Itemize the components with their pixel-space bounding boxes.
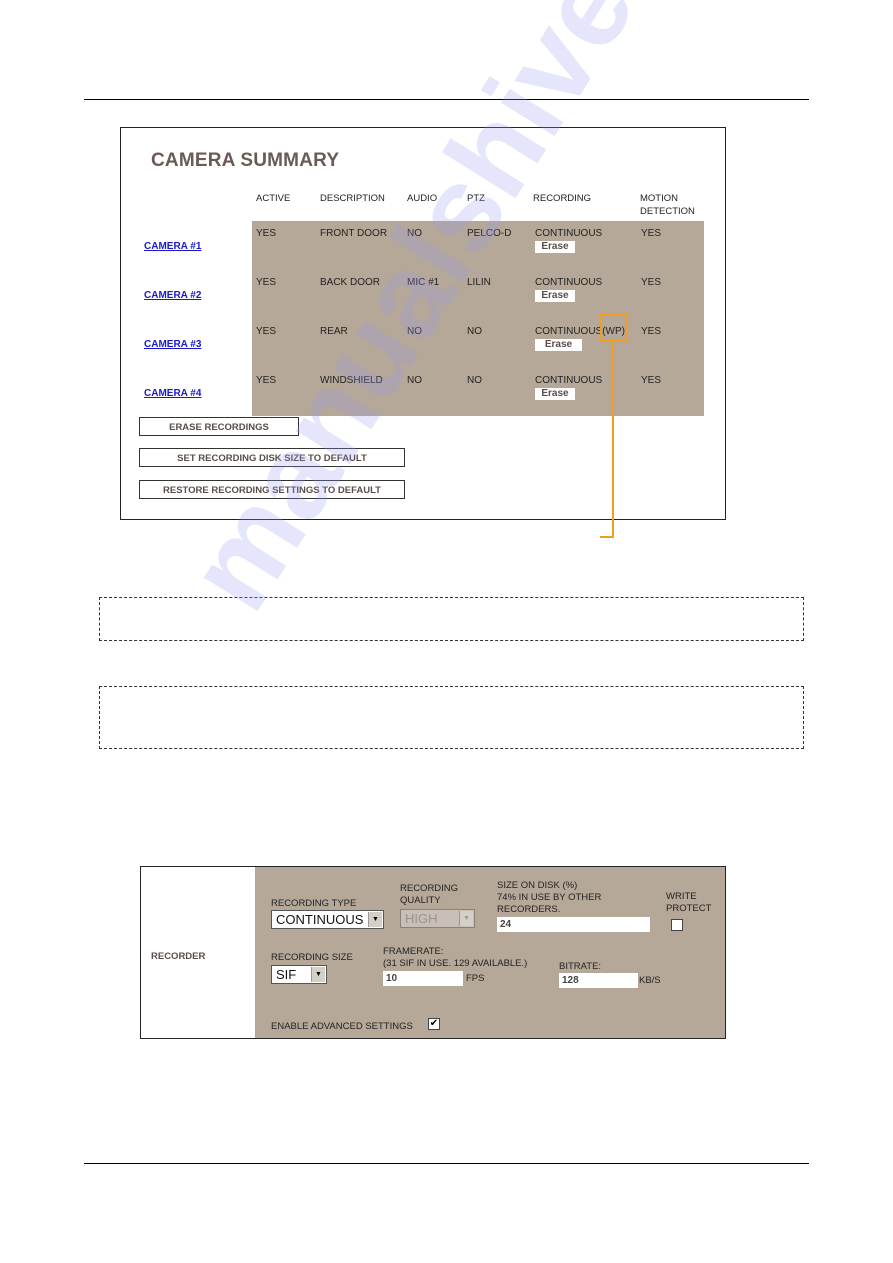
bitrate-unit: KB/S (639, 975, 661, 986)
bitrate-input[interactable]: 128 (559, 973, 638, 988)
row-3-active: YES (256, 326, 277, 337)
row-1-ptz: PELCO-D (467, 228, 512, 239)
row-2-description: BACK DOOR (320, 277, 381, 288)
size-on-disk-label-1: SIZE ON DISK (%) (497, 880, 578, 891)
row-2-audio: MIC #1 (407, 277, 440, 288)
column-header-motion: MOTION (640, 193, 678, 204)
recorder-label: RECORDER (151, 951, 206, 962)
row-3-erase-button[interactable]: Erase (535, 339, 582, 351)
framerate-label-2: (31 SIF IN USE. 129 AVAILABLE.) (383, 958, 528, 969)
chevron-down-icon: ▼ (311, 967, 325, 982)
recording-type-label: RECORDING TYPE (271, 898, 357, 909)
row-1-audio: NO (407, 228, 422, 239)
top-rule (84, 99, 809, 100)
bottom-rule (84, 1163, 809, 1164)
advanced-settings-checkbox[interactable]: ✔ (428, 1018, 440, 1030)
recorder-controls-area: RECORDING TYPE CONTINUOUS ▼ RECORDING QU… (255, 867, 725, 1038)
row-2-recording: CONTINUOUS (535, 277, 603, 288)
row-3-ptz: NO (467, 326, 482, 337)
row-4-audio: NO (407, 375, 422, 386)
row-1-recording: CONTINUOUS (535, 228, 603, 239)
write-protect-checkbox[interactable] (671, 919, 683, 931)
recording-size-label: RECORDING SIZE (271, 952, 353, 963)
framerate-unit: FPS (466, 973, 485, 984)
write-protect-label-2: PROTECT (666, 903, 712, 914)
row-1-erase-button[interactable]: Erase (535, 241, 575, 253)
recording-type-select[interactable]: CONTINUOUS ▼ (271, 910, 384, 929)
callout-leader-tick (600, 536, 614, 538)
camera-summary-panel: CAMERA SUMMARY ACTIVE DESCRIPTION AUDIO … (120, 127, 726, 520)
row-2-motion: YES (641, 277, 662, 288)
row-1-description: FRONT DOOR (320, 228, 388, 239)
page-title: CAMERA SUMMARY (151, 150, 340, 171)
recording-quality-select[interactable]: HIGH ▼ (400, 909, 475, 928)
row-3-audio: NO (407, 326, 422, 337)
chevron-down-icon: ▼ (459, 911, 473, 926)
column-header-motion-detection: DETECTION (640, 206, 695, 217)
camera-4-link[interactable]: CAMERA #4 (144, 388, 201, 399)
camera-2-link[interactable]: CAMERA #2 (144, 290, 201, 301)
row-4-recording: CONTINUOUS (535, 375, 603, 386)
erase-recordings-button[interactable]: ERASE RECORDINGS (139, 417, 299, 436)
bitrate-label: BITRATE: (559, 961, 602, 972)
framerate-label-1: FRAMERATE: (383, 946, 444, 957)
row-3-motion: YES (641, 326, 662, 337)
row-4-description: WINDSHIELD (320, 375, 383, 386)
recorder-settings-panel: RECORDER RECORDING TYPE CONTINUOUS ▼ REC… (140, 866, 726, 1039)
column-header-audio: AUDIO (407, 193, 438, 204)
camera-3-link[interactable]: CAMERA #3 (144, 339, 201, 350)
column-header-recording: RECORDING (533, 193, 592, 204)
note-box-2 (99, 686, 804, 749)
recording-quality-label-2: QUALITY (400, 895, 441, 906)
row-3-description: REAR (320, 326, 348, 337)
callout-leader-line (612, 342, 614, 537)
recording-size-select[interactable]: SIF ▼ (271, 965, 327, 984)
recording-quality-value: HIGH (405, 911, 438, 926)
size-on-disk-input[interactable]: 24 (497, 917, 650, 932)
row-1-active: YES (256, 228, 277, 239)
row-2-erase-button[interactable]: Erase (535, 290, 575, 302)
set-disk-size-default-button[interactable]: SET RECORDING DISK SIZE TO DEFAULT (139, 448, 405, 467)
column-header-ptz: PTZ (467, 193, 485, 204)
write-protect-label-1: WRITE (666, 891, 697, 902)
row-2-active: YES (256, 277, 277, 288)
column-header-active: ACTIVE (256, 193, 291, 204)
restore-recording-settings-button[interactable]: RESTORE RECORDING SETTINGS TO DEFAULT (139, 480, 405, 499)
chevron-down-icon: ▼ (368, 912, 382, 927)
write-protect-callout-box (600, 314, 627, 342)
row-4-motion: YES (641, 375, 662, 386)
column-header-description: DESCRIPTION (320, 193, 385, 204)
row-4-ptz: NO (467, 375, 482, 386)
recording-size-value: SIF (276, 967, 297, 982)
camera-table-body (252, 221, 704, 416)
advanced-settings-label: ENABLE ADVANCED SETTINGS (271, 1021, 413, 1032)
note-box-1 (99, 597, 804, 641)
camera-1-link[interactable]: CAMERA #1 (144, 241, 201, 252)
row-1-motion: YES (641, 228, 662, 239)
checkmark-icon: ✔ (429, 1018, 439, 1029)
recording-quality-label-1: RECORDING (400, 883, 459, 894)
row-2-ptz: LILIN (467, 277, 491, 288)
size-on-disk-label-2: 74% IN USE BY OTHER (497, 892, 602, 903)
framerate-input[interactable]: 10 (383, 971, 463, 986)
row-4-erase-button[interactable]: Erase (535, 388, 575, 400)
recording-type-value: CONTINUOUS (276, 912, 364, 927)
row-4-active: YES (256, 375, 277, 386)
size-on-disk-label-3: RECORDERS. (497, 904, 561, 915)
